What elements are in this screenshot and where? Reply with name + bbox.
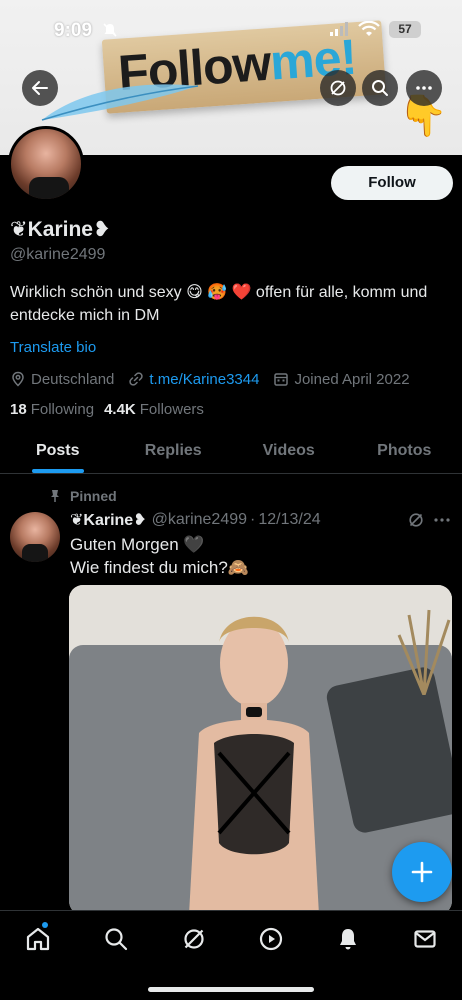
link-item[interactable]: t.me/Karine3344: [128, 371, 259, 388]
battery-icon: 57: [389, 21, 421, 38]
post-avatar[interactable]: [10, 512, 60, 562]
search-button[interactable]: [362, 70, 398, 106]
grok-icon: [330, 80, 346, 96]
post-text: Guten Morgen 🖤 Wie findest du mich?🙈: [70, 533, 440, 579]
image-plant: [397, 609, 451, 695]
post-author-name[interactable]: ❦Karine❥: [70, 510, 147, 530]
status-bar: 9:09 57: [0, 0, 462, 52]
grok-button[interactable]: [320, 70, 356, 106]
tab-replies[interactable]: Replies: [116, 428, 232, 473]
back-button[interactable]: [22, 70, 58, 106]
wifi-icon: [358, 21, 380, 36]
signal-icon: [330, 22, 348, 36]
pin-icon: [51, 490, 59, 502]
location-item: Deutschland: [10, 371, 114, 388]
calendar-icon: [274, 373, 289, 386]
search-icon: [105, 928, 128, 951]
tab-posts[interactable]: Posts: [0, 428, 116, 473]
joined-text: Joined April 2022: [294, 370, 410, 388]
more-icon: [416, 86, 432, 90]
post-text-line: Wie findest du mich?🙈: [70, 558, 249, 577]
nav-search[interactable]: [102, 925, 130, 953]
feather-icon: [41, 84, 199, 121]
nav-home[interactable]: [24, 925, 52, 953]
compose-button[interactable]: [392, 842, 452, 902]
grok-icon[interactable]: [408, 512, 424, 528]
post-author-handle[interactable]: @karine2499: [152, 511, 247, 529]
link-icon: [129, 372, 144, 386]
nav-messages[interactable]: [411, 925, 439, 953]
post-text-line: Guten Morgen 🖤: [70, 535, 205, 554]
translate-bio-link[interactable]: Translate bio: [10, 339, 96, 356]
search-icon: [372, 80, 388, 96]
mail-icon: [414, 930, 436, 948]
location-text: Deutschland: [31, 370, 115, 388]
post-header: ❦Karine❥ @karine2499 · 12/13/24: [70, 510, 321, 530]
more-button[interactable]: [406, 70, 442, 106]
arrow-left-icon: [32, 81, 48, 95]
profile-meta: Deutschland t.me/Karine3344 Joined April…: [10, 369, 424, 389]
profile-stats: 18 Following 4.4K Followers: [10, 401, 214, 418]
nav-notifications[interactable]: [334, 925, 362, 953]
separator-dot: ·: [250, 511, 256, 528]
following-stat[interactable]: 18 Following: [10, 401, 94, 418]
nav-grok[interactable]: [180, 925, 208, 953]
grok-icon: [184, 929, 204, 949]
post-more-icon[interactable]: [433, 512, 451, 528]
play-icon: [259, 927, 283, 951]
nav-video[interactable]: [257, 925, 285, 953]
profile-handle: @karine2499: [10, 246, 106, 263]
status-time: 9:09: [54, 20, 93, 41]
bottom-nav: [0, 910, 462, 1000]
pinned-label: Pinned: [48, 488, 117, 504]
bell-icon: [340, 929, 356, 950]
profile-tabs: Posts Replies Videos Photos: [0, 428, 462, 474]
tab-photos[interactable]: Photos: [347, 428, 462, 473]
home-indicator: [148, 987, 314, 992]
display-name: ❦Karine❥: [10, 218, 111, 241]
post-date[interactable]: 12/13/24: [258, 511, 320, 529]
location-pin-icon: [12, 371, 24, 387]
profile-avatar[interactable]: [8, 126, 84, 202]
mute-bell-icon: [103, 23, 117, 37]
follow-button[interactable]: Follow: [331, 166, 453, 200]
plus-icon: [411, 861, 433, 883]
profile-bio: Wirklich schön und sexy 😋 🥵 ❤️ offen für…: [10, 284, 428, 324]
home-icon: [26, 927, 50, 951]
followers-stat[interactable]: 4.4K Followers: [104, 401, 204, 418]
profile-link[interactable]: t.me/Karine3344: [149, 371, 259, 388]
tab-videos[interactable]: Videos: [231, 428, 347, 473]
image-person: [189, 616, 319, 915]
joined-item: Joined April 2022: [273, 370, 410, 388]
home-notification-dot: [42, 922, 48, 928]
